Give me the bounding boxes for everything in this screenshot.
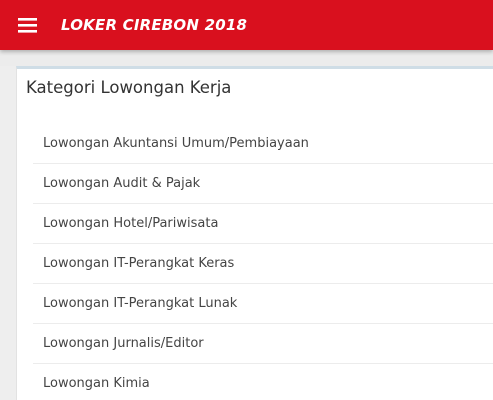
app-bar: LOKER CIREBON 2018 bbox=[0, 0, 493, 50]
card-title: Kategori Lowongan Kerja bbox=[26, 78, 232, 97]
hamburger-menu-icon bbox=[18, 18, 37, 33]
category-item-akuntansi[interactable]: Lowongan Akuntansi Umum/Pembiayaan bbox=[17, 124, 493, 164]
category-item-it-perangkat-lunak[interactable]: Lowongan IT-Perangkat Lunak bbox=[17, 284, 493, 324]
category-item-hotel-pariwisata[interactable]: Lowongan Hotel/Pariwisata bbox=[17, 204, 493, 244]
app-screen: LOKER CIREBON 2018 Kategori Lowongan Ker… bbox=[0, 0, 493, 400]
app-title: LOKER CIREBON 2018 bbox=[61, 16, 248, 34]
category-list: Lowongan Akuntansi Umum/Pembiayaan Lowon… bbox=[17, 124, 493, 400]
menu-button[interactable] bbox=[10, 8, 44, 42]
category-item-audit-pajak[interactable]: Lowongan Audit & Pajak bbox=[17, 164, 493, 204]
category-item-it-perangkat-keras[interactable]: Lowongan IT-Perangkat Keras bbox=[17, 244, 493, 284]
content-background bbox=[0, 50, 493, 66]
category-item-jurnalis-editor[interactable]: Lowongan Jurnalis/Editor bbox=[17, 324, 493, 364]
category-card: Kategori Lowongan Kerja Lowongan Akuntan… bbox=[16, 66, 493, 400]
category-item-kimia[interactable]: Lowongan Kimia bbox=[17, 364, 493, 400]
